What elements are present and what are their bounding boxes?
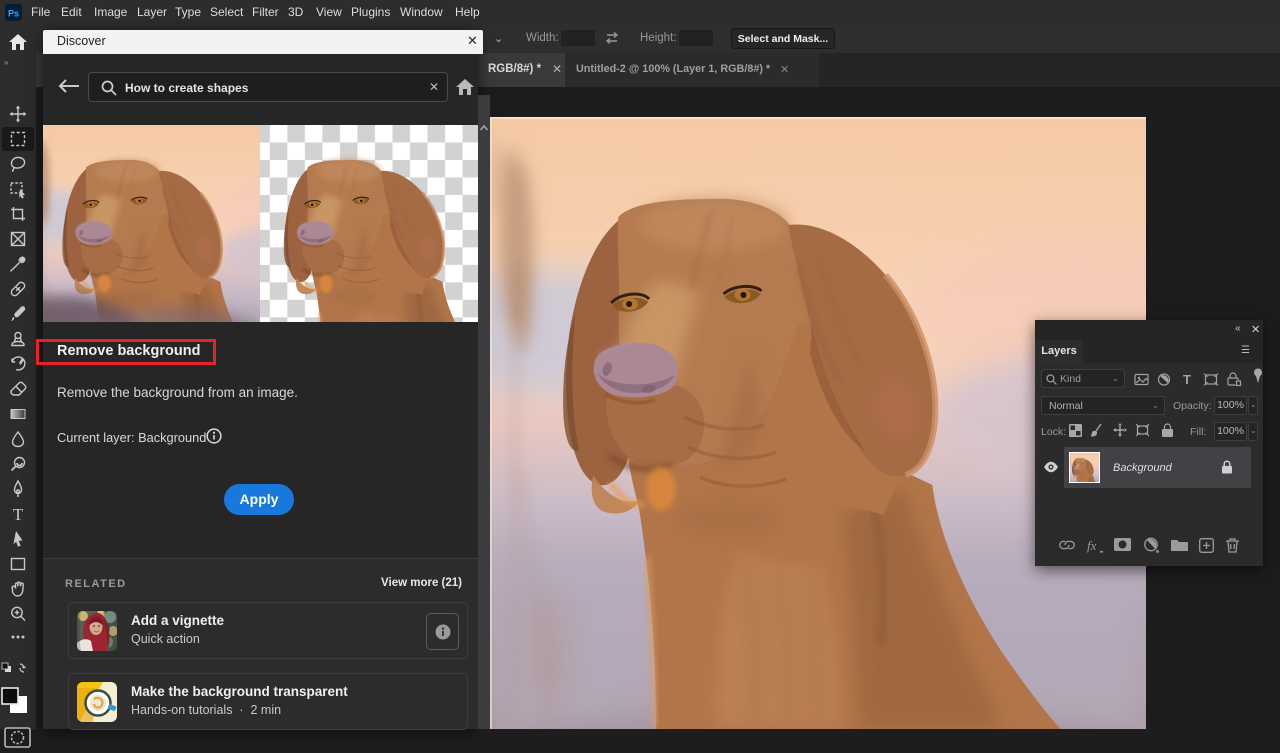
svg-text:T: T [1183,372,1191,387]
svg-text:Ps: Ps [8,9,19,19]
svg-text:fx: fx [1087,538,1097,553]
svg-text:T: T [13,505,24,524]
